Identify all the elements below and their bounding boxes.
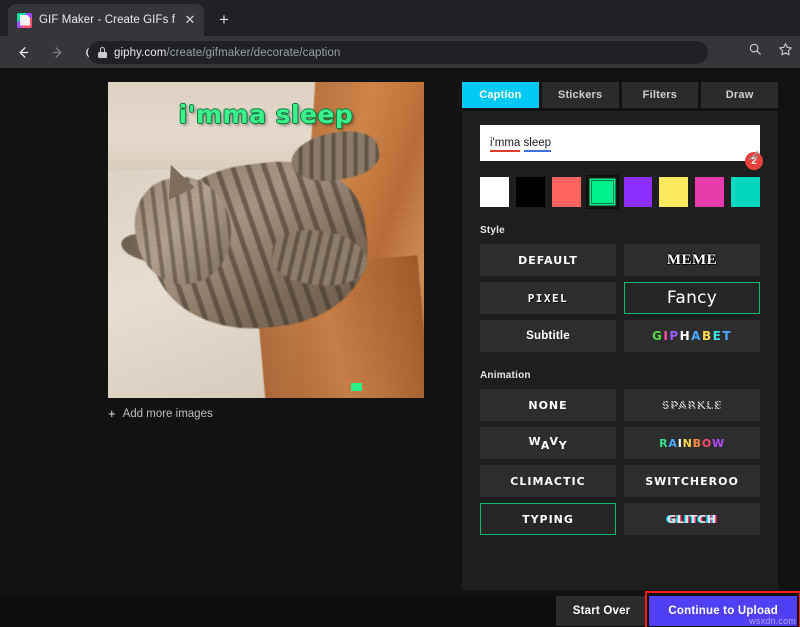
style-option-giphabet[interactable]: GIPHABET	[624, 320, 760, 352]
caption-input-text: i'mma sleep	[490, 137, 551, 149]
tab-caption[interactable]: Caption	[462, 82, 539, 108]
caption-word-2: sleep	[524, 137, 552, 152]
giphy-favicon-icon	[17, 13, 32, 28]
style-option-fancy-label: Fancy	[667, 288, 717, 308]
browser-nav-bar: giphy.com/create/gifmaker/decorate/capti…	[0, 36, 800, 68]
color-swatch-green[interactable]	[588, 177, 617, 207]
color-swatch-magenta[interactable]	[695, 177, 724, 207]
animation-option-climactic[interactable]: CLIMACTIC	[480, 465, 616, 497]
add-more-images-label: Add more images	[123, 408, 213, 420]
address-path: /create/gifmaker/decorate/caption	[166, 47, 340, 59]
animation-option-sparkle-label: SPARKLE	[662, 399, 723, 412]
animation-option-sparkle[interactable]: SPARKLE	[624, 389, 760, 421]
animation-option-switcheroo-label: SWITCHEROO	[645, 475, 739, 488]
lock-icon	[98, 47, 107, 58]
back-icon[interactable]	[8, 37, 38, 67]
editor-panel: Caption Stickers Filters Draw i'mma slee…	[462, 82, 778, 590]
animation-option-none-label: NONE	[528, 399, 567, 412]
forward-icon[interactable]	[42, 37, 72, 67]
new-tab-button[interactable]: +	[213, 10, 235, 32]
browser-tab[interactable]: GIF Maker - Create GIFs from Vid ✕	[8, 4, 204, 36]
address-bar-url: giphy.com/create/gifmaker/decorate/capti…	[114, 47, 340, 59]
watermark: wsxdn.com	[749, 616, 796, 626]
color-swatch-white[interactable]	[480, 177, 509, 207]
style-option-meme[interactable]: MEME	[624, 244, 760, 276]
style-option-default-label: DEFAULT	[518, 254, 578, 267]
start-over-button[interactable]: Start Over	[556, 596, 648, 626]
style-option-default[interactable]: DEFAULT	[480, 244, 616, 276]
star-icon[interactable]	[775, 39, 795, 59]
preview-column: i'mma sleep + Add more images	[108, 82, 424, 420]
style-option-subtitle-label: Subtitle	[526, 330, 570, 342]
caption-input[interactable]: i'mma sleep 2	[480, 125, 760, 161]
style-option-giphabet-label: GIPHABET	[652, 329, 732, 343]
animation-option-rainbow[interactable]: RAINBOW	[624, 427, 760, 459]
style-option-pixel-label: PIXEL	[528, 292, 569, 305]
animation-option-switcheroo[interactable]: SWITCHEROO	[624, 465, 760, 497]
caption-word-1: i'mma	[490, 137, 520, 152]
animation-section-label: Animation	[480, 370, 760, 381]
color-swatch-black[interactable]	[516, 177, 545, 207]
animation-option-none[interactable]: NONE	[480, 389, 616, 421]
style-option-meme-label: MEME	[667, 252, 717, 269]
tab-draw[interactable]: Draw	[701, 82, 778, 108]
gif-caption-overlay[interactable]: i'mma sleep	[108, 100, 424, 129]
editor-tabs: Caption Stickers Filters Draw	[462, 82, 778, 108]
plus-icon: +	[108, 407, 116, 420]
animation-option-typing[interactable]: TYPING	[480, 503, 616, 535]
style-section-label: Style	[480, 225, 760, 236]
animation-option-climactic-label: CLIMACTIC	[510, 475, 585, 488]
caption-panel: i'mma sleep 2 Style DEFAULT	[462, 111, 778, 590]
animation-option-typing-label: TYPING	[522, 513, 574, 526]
app-root: GIF Maker - Create GIFs from Vid ✕ + gip…	[0, 0, 800, 627]
tab-title: GIF Maker - Create GIFs from Vid	[39, 14, 175, 26]
style-option-fancy[interactable]: Fancy	[624, 282, 760, 314]
animation-option-wavy-label: WAVY	[528, 437, 567, 450]
animation-option-wavy[interactable]: WAVY	[480, 427, 616, 459]
style-option-subtitle[interactable]: Subtitle	[480, 320, 616, 352]
gif-preview-canvas[interactable]: i'mma sleep	[108, 82, 424, 398]
caption-caret-marker	[351, 383, 362, 391]
gif-maker-page: i'mma sleep + Add more images Caption St…	[0, 68, 800, 627]
page-footer: Start Over Continue to Upload wsxdn.com	[0, 595, 800, 627]
browser-tab-strip: GIF Maker - Create GIFs from Vid ✕ +	[0, 0, 800, 36]
color-swatch-coral[interactable]	[552, 177, 581, 207]
color-swatch-teal[interactable]	[731, 177, 760, 207]
add-more-images-button[interactable]: + Add more images	[108, 407, 424, 420]
color-swatch-row	[480, 177, 760, 207]
resize-handle[interactable]	[749, 151, 758, 160]
animation-option-glitch-label: GLITCH	[667, 513, 717, 526]
close-icon[interactable]: ✕	[182, 12, 198, 28]
animation-option-rainbow-label: RAINBOW	[659, 437, 725, 450]
color-swatch-purple[interactable]	[624, 177, 653, 207]
style-option-pixel[interactable]: PIXEL	[480, 282, 616, 314]
style-options-grid: DEFAULT MEME PIXEL Fancy Subtitle GIPHAB…	[480, 244, 760, 352]
address-host: giphy.com	[114, 47, 166, 59]
animation-options-grid: NONE SPARKLE WAVY RAINBOW CLIMACTIC SWIT…	[480, 389, 760, 535]
color-swatch-yellow[interactable]	[659, 177, 688, 207]
address-bar[interactable]: giphy.com/create/gifmaker/decorate/capti…	[88, 41, 708, 64]
animation-option-glitch[interactable]: GLITCH	[624, 503, 760, 535]
search-icon[interactable]	[745, 39, 765, 59]
tab-filters[interactable]: Filters	[622, 82, 699, 108]
tab-stickers[interactable]: Stickers	[542, 82, 619, 108]
